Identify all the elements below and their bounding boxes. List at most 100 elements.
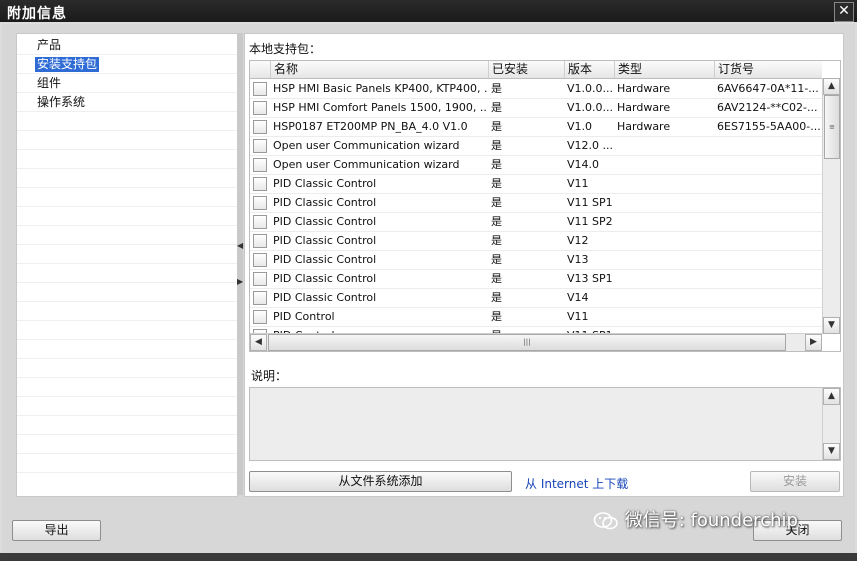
- divider: [17, 54, 237, 55]
- row-checkbox[interactable]: [253, 177, 267, 191]
- row-checkbox[interactable]: [253, 120, 267, 134]
- table-row[interactable]: PID Classic Control 是 V14: [250, 288, 822, 308]
- col-installed[interactable]: 已安装: [488, 61, 564, 78]
- divider: [17, 434, 237, 435]
- row-checkbox[interactable]: [253, 291, 267, 305]
- table-row[interactable]: PID Classic Control 是 V12: [250, 231, 822, 251]
- title-bar: 附加信息 ✕: [0, 0, 857, 22]
- divider: [17, 339, 237, 340]
- cell-order-number: [714, 307, 822, 326]
- table-row[interactable]: Open user Communication wizard 是 V12.0 ...: [250, 136, 822, 156]
- cell-order-number: [714, 212, 822, 231]
- cell-version: V1.0.0...: [567, 82, 614, 95]
- install-button[interactable]: 安装: [750, 471, 840, 492]
- cell-installed: 是: [491, 139, 502, 152]
- nav-item-components[interactable]: 组件: [35, 76, 63, 91]
- cell-type: [614, 193, 714, 212]
- col-order-number[interactable]: 订货号: [714, 61, 822, 78]
- expand-right-icon[interactable]: ▶: [237, 277, 243, 287]
- nav-item-products[interactable]: 产品: [35, 38, 63, 53]
- cell-type: Hardware: [617, 101, 671, 114]
- cell-name: PID Classic Control: [273, 253, 377, 266]
- cell-version: V1.0: [567, 120, 593, 133]
- add-from-filesystem-button[interactable]: 从文件系统添加: [249, 471, 512, 492]
- row-checkbox[interactable]: [253, 139, 267, 153]
- table-row[interactable]: HSP HMI Comfort Panels 1500, 1900, ... 是 V…: [250, 98, 822, 118]
- scroll-right-icon[interactable]: ▶: [805, 334, 822, 351]
- col-version[interactable]: 版本: [564, 61, 614, 78]
- cell-type: [614, 155, 714, 174]
- cell-order-number: [714, 193, 822, 212]
- scroll-up-icon[interactable]: ▲: [823, 388, 840, 405]
- table-row[interactable]: Open user Communication wizard 是 V14.0: [250, 155, 822, 175]
- scroll-down-icon[interactable]: ▼: [823, 317, 840, 334]
- row-checkbox[interactable]: [253, 234, 267, 248]
- horizontal-scrollbar[interactable]: ◀ ||| ▶: [250, 333, 822, 351]
- watermark: 微信号: founderchip: [593, 506, 798, 532]
- divider: [17, 453, 237, 454]
- header-checkbox-col: [250, 61, 270, 78]
- row-checkbox[interactable]: [253, 82, 267, 96]
- cell-type: [614, 174, 714, 193]
- divider: [17, 187, 237, 188]
- row-checkbox[interactable]: [253, 158, 267, 172]
- table-header: 名称 已安装 版本 类型 订货号: [250, 61, 822, 79]
- cell-name: PID Control: [273, 310, 335, 323]
- description-scrollbar[interactable]: ▲ ▼: [822, 388, 840, 460]
- export-button[interactable]: 导出: [12, 520, 101, 541]
- nav-item-support-packages[interactable]: 安装支持包: [35, 57, 100, 72]
- table-row[interactable]: HSP HMI Basic Panels KP400, KTP400, ... 是…: [250, 79, 822, 99]
- cell-installed: 是: [491, 272, 502, 285]
- row-checkbox[interactable]: [253, 215, 267, 229]
- nav-tree: 产品 安装支持包 组件 操作系统: [16, 33, 238, 497]
- col-name[interactable]: 名称: [270, 61, 488, 78]
- table-row[interactable]: PID Classic Control 是 V11 SP2: [250, 212, 822, 232]
- cell-order-number: [714, 269, 822, 288]
- row-checkbox[interactable]: [253, 196, 267, 210]
- cell-order-number: [714, 231, 822, 250]
- divider: [17, 130, 237, 131]
- scroll-thumb[interactable]: ≡: [824, 95, 840, 159]
- col-type[interactable]: 类型: [614, 61, 714, 78]
- divider: [17, 415, 237, 416]
- table-row[interactable]: PID Classic Control 是 V11 SP1: [250, 193, 822, 213]
- pane-splitter[interactable]: ◀ ▶: [237, 33, 243, 495]
- cell-name: HSP HMI Basic Panels KP400, KTP400, ...: [273, 82, 488, 95]
- cell-version: V13: [567, 253, 589, 266]
- cell-order-number: [714, 174, 822, 193]
- scroll-down-icon[interactable]: ▼: [823, 443, 840, 460]
- nav-item-os[interactable]: 操作系统: [35, 95, 87, 110]
- cell-order-number: 6ES7155-5AA00-...: [717, 120, 821, 133]
- cell-name: Open user Communication wizard: [273, 139, 460, 152]
- row-checkbox[interactable]: [253, 272, 267, 286]
- table-row[interactable]: PID Classic Control 是 V13: [250, 250, 822, 270]
- cell-installed: 是: [491, 101, 502, 114]
- divider: [17, 73, 237, 74]
- cell-version: V1.0.0...: [567, 101, 614, 114]
- table-row[interactable]: PID Classic Control 是 V11: [250, 174, 822, 194]
- vertical-scrollbar[interactable]: ▲ ≡ ▼: [822, 78, 840, 334]
- cell-installed: 是: [491, 234, 502, 247]
- close-icon[interactable]: ✕: [834, 2, 854, 22]
- section-label: 本地支持包：: [249, 42, 322, 56]
- cell-type: [614, 288, 714, 307]
- row-checkbox[interactable]: [253, 101, 267, 115]
- table-row[interactable]: PID Control 是 V11: [250, 307, 822, 327]
- cell-version: V11 SP1: [567, 196, 613, 209]
- scroll-left-icon[interactable]: ◀: [250, 334, 267, 351]
- download-from-internet-link[interactable]: 从 Internet 上下载: [525, 475, 628, 492]
- window-bottom-edge: [0, 553, 857, 561]
- table-row[interactable]: PID Classic Control 是 V13 SP1: [250, 269, 822, 289]
- row-checkbox[interactable]: [253, 310, 267, 324]
- cell-version: V11: [567, 177, 589, 190]
- hscroll-thumb[interactable]: |||: [268, 334, 786, 351]
- cell-installed: 是: [491, 82, 502, 95]
- table-row[interactable]: HSP0187 ET200MP PN_BA_4.0 V1.0 是 V1.0 Hardw…: [250, 117, 822, 137]
- cell-name: HSP0187 ET200MP PN_BA_4.0 V1.0: [273, 120, 468, 133]
- scroll-up-icon[interactable]: ▲: [823, 78, 840, 95]
- row-checkbox[interactable]: [253, 253, 267, 267]
- cell-type: Hardware: [617, 120, 671, 133]
- collapse-left-icon[interactable]: ◀: [237, 241, 243, 251]
- cell-version: V11 SP2: [567, 215, 613, 228]
- divider: [17, 396, 237, 397]
